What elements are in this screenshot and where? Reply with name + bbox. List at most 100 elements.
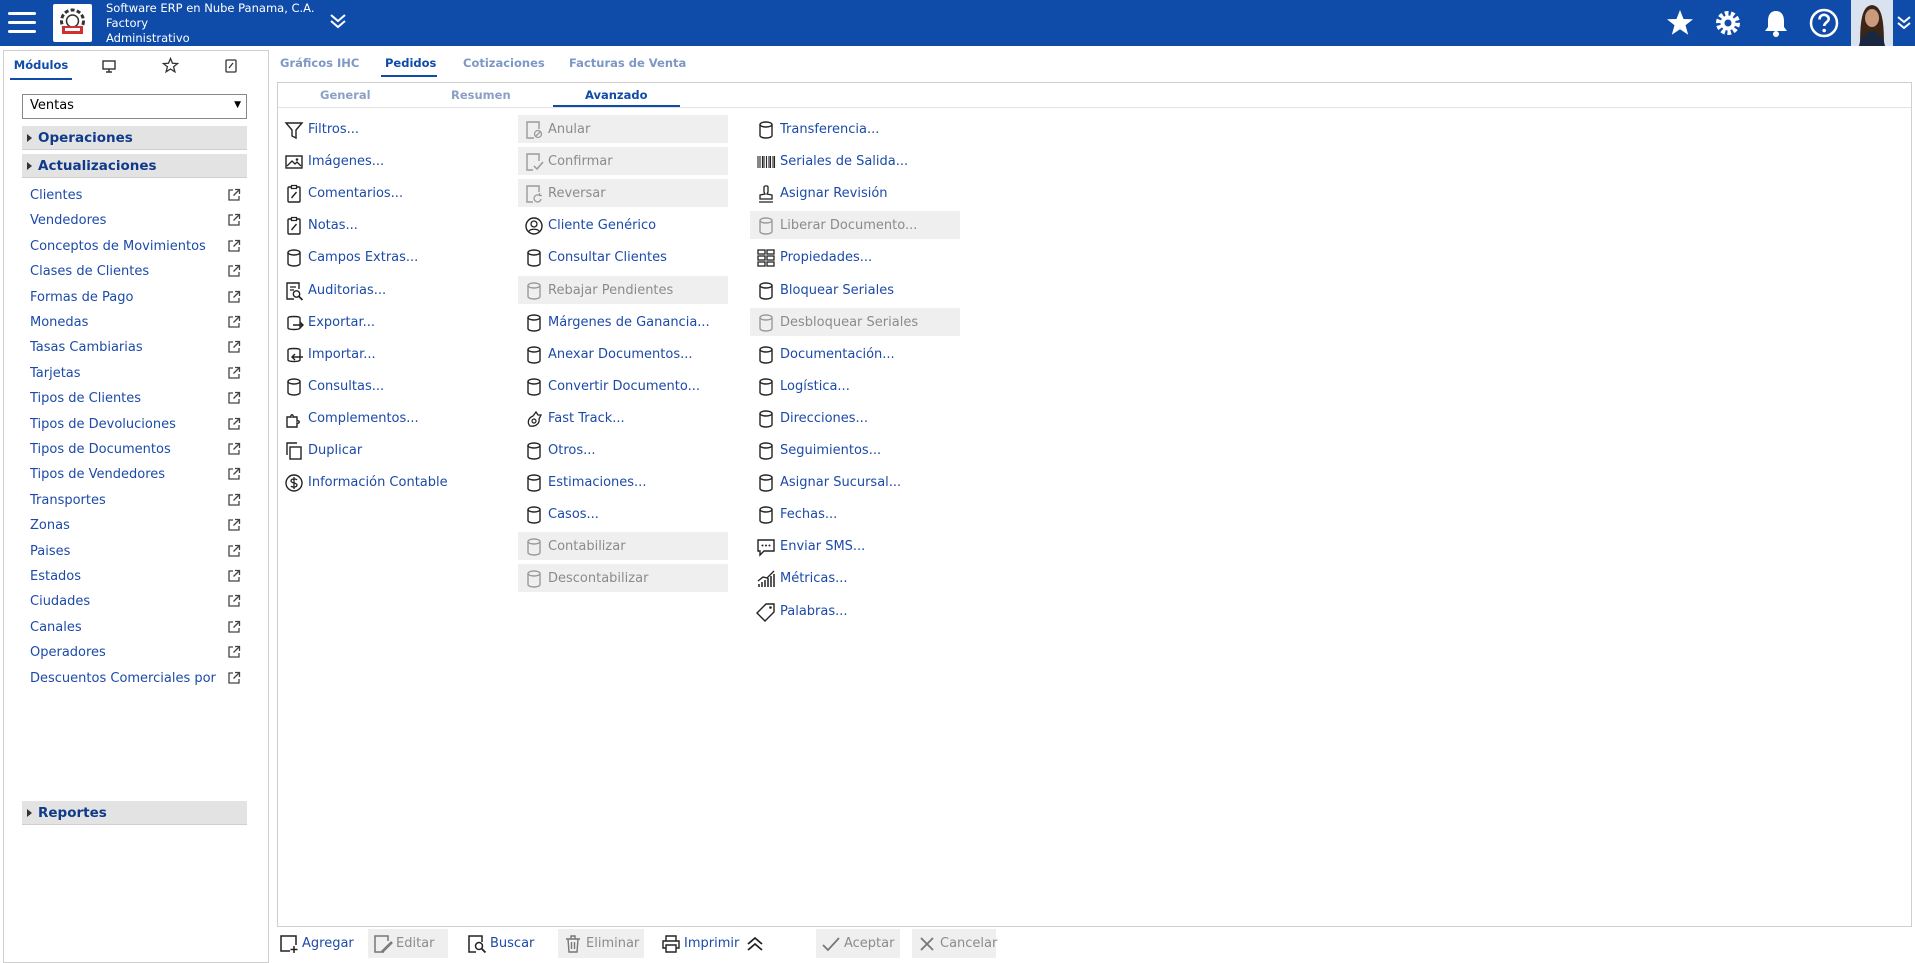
sidebar-item-zonas[interactable]: Zonas <box>28 515 246 537</box>
action-reversar[interactable]: Reversar <box>518 179 728 208</box>
sidebar-item-clases-de-clientes[interactable]: Clases de Clientes <box>28 261 246 283</box>
group-reportes[interactable]: Reportes <box>22 801 247 825</box>
sidebar-item-conceptos-de-movimientos[interactable]: Conceptos de Movimientos <box>28 236 246 258</box>
editar-button[interactable]: Editar <box>368 929 448 958</box>
external-link-icon[interactable] <box>227 417 241 431</box>
external-link-icon[interactable] <box>227 340 241 354</box>
action-complementos[interactable]: Complementos... <box>278 404 478 432</box>
external-link-icon[interactable] <box>227 493 241 507</box>
user-avatar[interactable] <box>1851 0 1893 46</box>
action-cliente-generico[interactable]: Cliente Genérico <box>518 211 728 239</box>
action-convertir-documento[interactable]: Convertir Documento... <box>518 372 728 400</box>
sidebar-item-clientes[interactable]: Clientes <box>28 185 246 207</box>
sidebar-item-paises[interactable]: Paises <box>28 541 246 563</box>
external-link-icon[interactable] <box>227 366 241 380</box>
sidebar-item-vendedores[interactable]: Vendedores <box>28 210 246 232</box>
external-link-icon[interactable] <box>227 213 241 227</box>
cancelar-button[interactable]: Cancelar <box>912 929 997 958</box>
tab-avanzado[interactable]: Avanzado <box>585 88 648 102</box>
action-contabilizar[interactable]: Contabilizar <box>518 532 728 561</box>
external-link-icon[interactable] <box>227 620 241 634</box>
action-comentarios[interactable]: Comentarios... <box>278 179 478 207</box>
action-propiedades[interactable]: Propiedades... <box>750 243 960 271</box>
action-campos-extras[interactable]: Campos Extras... <box>278 243 478 271</box>
action-descontabilizar[interactable]: Descontabilizar <box>518 564 728 593</box>
star-icon[interactable] <box>1663 6 1697 40</box>
sidebar-item-tipos-de-vendedores[interactable]: Tipos de Vendedores <box>28 464 246 486</box>
bell-icon[interactable] <box>1759 6 1793 40</box>
action-auditorias[interactable]: Auditorias... <box>278 276 478 304</box>
sidebar-item-descuentos-comerciales-por-volumen[interactable]: Descuentos Comerciales por Volumen <box>28 668 246 690</box>
agregar-button[interactable]: Agregar <box>274 929 356 958</box>
chevron-double-down-icon[interactable] <box>328 11 348 31</box>
action-logistica[interactable]: Logística... <box>750 372 960 400</box>
sidebar-item-tasas-cambiarias[interactable]: Tasas Cambiarias <box>28 337 246 359</box>
external-link-icon[interactable] <box>227 239 241 253</box>
sidebar-item-monedas[interactable]: Monedas <box>28 312 246 334</box>
sidebar-item-tipos-de-documentos[interactable]: Tipos de Documentos <box>28 439 246 461</box>
imprimir-button[interactable]: Imprimir <box>656 929 742 958</box>
action-imagenes[interactable]: Imágenes... <box>278 147 478 175</box>
action-otros[interactable]: Otros... <box>518 436 728 464</box>
sidebar-item-estados[interactable]: Estados <box>28 566 246 588</box>
action-seriales-de-salida[interactable]: Seriales de Salida... <box>750 147 960 175</box>
tab-graficos-ihc[interactable]: Gráficos IHC <box>280 56 359 70</box>
action-seguimientos[interactable]: Seguimientos... <box>750 436 960 464</box>
aceptar-button[interactable]: Aceptar <box>816 929 900 958</box>
action-anular[interactable]: Anular <box>518 115 728 143</box>
external-link-icon[interactable] <box>227 391 241 405</box>
action-asignar-revision[interactable]: Asignar Revisión <box>750 179 960 207</box>
sidebar-item-canales[interactable]: Canales <box>28 617 246 639</box>
eliminar-button[interactable]: Eliminar <box>558 929 644 958</box>
action-palabras[interactable]: Palabras... <box>750 597 960 625</box>
sidebar-item-formas-de-pago[interactable]: Formas de Pago <box>28 287 246 309</box>
gear-icon[interactable] <box>1711 6 1745 40</box>
help-icon[interactable] <box>1807 6 1841 40</box>
action-confirmar[interactable]: Confirmar <box>518 147 728 176</box>
external-link-icon[interactable] <box>227 671 241 685</box>
tab-facturas-de-venta[interactable]: Facturas de Venta <box>569 56 686 70</box>
action-documentacion[interactable]: Documentación... <box>750 340 960 368</box>
buscar-button[interactable]: Buscar <box>462 929 542 958</box>
sidebar-item-operadores[interactable]: Operadores <box>28 642 246 664</box>
external-link-icon[interactable] <box>227 290 241 304</box>
tab-resumen[interactable]: Resumen <box>451 88 511 102</box>
notes-icon[interactable] <box>216 51 246 80</box>
action-bloquear-seriales[interactable]: Bloquear Seriales <box>750 276 960 304</box>
action-liberar-documento[interactable]: Liberar Documento... <box>750 211 960 240</box>
action-consultas[interactable]: Consultas... <box>278 372 478 400</box>
action-asignar-sucursal[interactable]: Asignar Sucursal... <box>750 468 960 496</box>
tab-general[interactable]: General <box>320 88 371 102</box>
tab-modulos[interactable]: Módulos <box>10 51 72 80</box>
sidebar-item-tarjetas[interactable]: Tarjetas <box>28 363 246 385</box>
sidebar-item-tipos-de-devoluciones[interactable]: Tipos de Devoluciones <box>28 414 246 436</box>
hamburger-menu-icon[interactable] <box>6 8 38 38</box>
action-estimaciones[interactable]: Estimaciones... <box>518 468 728 496</box>
action-transferencia[interactable]: Transferencia... <box>750 115 960 143</box>
action-filtros[interactable]: Filtros... <box>278 115 478 143</box>
action-consultar-clientes[interactable]: Consultar Clientes <box>518 243 728 271</box>
external-link-icon[interactable] <box>227 467 241 481</box>
external-link-icon[interactable] <box>227 569 241 583</box>
action-exportar[interactable]: Exportar... <box>278 308 478 336</box>
action-fast-track[interactable]: Fast Track... <box>518 404 728 432</box>
action-margenes-de-ganancia[interactable]: Márgenes de Ganancia... <box>518 308 728 336</box>
action-anexar-documentos[interactable]: Anexar Documentos... <box>518 340 728 368</box>
external-link-icon[interactable] <box>227 594 241 608</box>
group-operaciones[interactable]: Operaciones <box>22 126 247 150</box>
external-link-icon[interactable] <box>227 315 241 329</box>
tab-pedidos[interactable]: Pedidos <box>385 56 436 70</box>
external-link-icon[interactable] <box>227 518 241 532</box>
chevron-double-up-icon[interactable] <box>742 929 768 958</box>
action-metricas[interactable]: Métricas... <box>750 564 960 592</box>
action-casos[interactable]: Casos... <box>518 500 728 528</box>
external-link-icon[interactable] <box>227 264 241 278</box>
action-desbloquear-seriales[interactable]: Desbloquear Seriales <box>750 307 960 336</box>
chevron-double-down-icon[interactable] <box>1895 14 1913 32</box>
sidebar-item-ciudades[interactable]: Ciudades <box>28 591 246 613</box>
external-link-icon[interactable] <box>227 188 241 202</box>
sidebar-item-transportes[interactable]: Transportes <box>28 490 246 512</box>
group-actualizaciones[interactable]: Actualizaciones <box>22 154 247 178</box>
action-enviar-sms[interactable]: Enviar SMS... <box>750 532 960 560</box>
action-duplicar[interactable]: Duplicar <box>278 436 478 464</box>
